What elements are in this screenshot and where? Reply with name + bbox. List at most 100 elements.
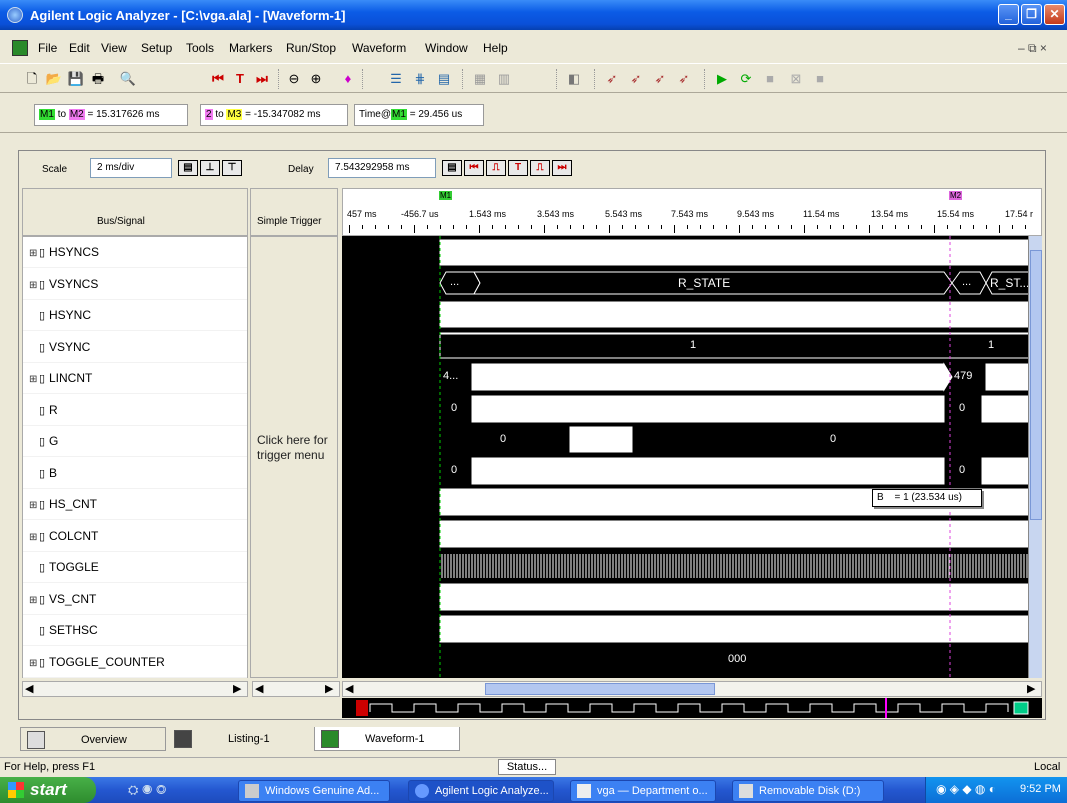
delay-next-edge-button[interactable]: ⎍ [530, 160, 550, 176]
menu-window[interactable]: Window [425, 41, 468, 55]
signal-row-g[interactable]: ▯ G [23, 426, 247, 457]
bus-icon[interactable]: ☰ [386, 70, 406, 88]
scroll-right-icon[interactable]: ▶ [1027, 682, 1035, 695]
go-to-start-icon[interactable]: ⏮ [208, 70, 228, 88]
scroll-left-icon[interactable]: ◀ [255, 682, 263, 695]
menu-waveform[interactable]: Waveform [352, 41, 406, 55]
waveform-horizontal-scrollbar[interactable]: ◀ ▶ [342, 681, 1042, 697]
m2-to-m3-field[interactable]: 2 to M3 = -15.347082 ms [200, 104, 348, 126]
simple-trigger-column[interactable]: Click here for trigger menu [250, 236, 338, 678]
mdi-window-controls[interactable]: – ⧉ × [1018, 41, 1047, 56]
marker-m2-flag[interactable]: M2 [949, 191, 963, 200]
expand-icon[interactable]: ⊞ [29, 270, 39, 301]
trigger-horizontal-scrollbar[interactable]: ◀ ▶ [252, 681, 340, 697]
bus-signal-header[interactable]: Bus/Signal [22, 188, 248, 236]
signal-row-hsync[interactable]: ▯ HSYNC [23, 300, 247, 331]
overview-end-button[interactable] [1013, 701, 1029, 715]
marker-tool-icon[interactable]: ➶ [650, 70, 670, 88]
new-file-icon[interactable]: 🗋 [22, 70, 42, 88]
expand-icon[interactable]: ⊞ [29, 238, 39, 269]
delay-trigger-button[interactable]: T [508, 160, 528, 176]
signal-icon[interactable]: ⋕ [410, 70, 430, 88]
zoom-out-icon[interactable]: ⊖ [284, 70, 304, 88]
horizontal-scroll-thumb[interactable] [485, 683, 715, 695]
status-button[interactable]: Status... [498, 759, 556, 775]
scroll-left-icon[interactable]: ◀ [345, 682, 353, 695]
expand-icon[interactable]: ⊞ [29, 585, 39, 616]
marker-tool-icon[interactable]: ➶ [626, 70, 646, 88]
menu-markers[interactable]: Markers [229, 41, 272, 55]
print-icon[interactable]: 🖶 [88, 70, 108, 88]
signal-row-colcnt[interactable]: ⊞ ▯ COLCNT [23, 521, 247, 552]
signal-row-hs-cnt[interactable]: ⊞ ▯ HS_CNT [23, 489, 247, 520]
signal-row-b[interactable]: ▯ B [23, 458, 247, 489]
signal-row-hsyncs[interactable]: ⊞ ▯ HSYNCS [23, 237, 247, 268]
minimize-button[interactable]: _ [998, 4, 1019, 25]
menu-tools[interactable]: Tools [186, 41, 214, 55]
signal-row-vsync[interactable]: ▯ VSYNC [23, 332, 247, 363]
menu-view[interactable]: View [101, 41, 127, 55]
time-ruler[interactable]: 457 ms -456.7 us 1.543 ms 3.543 ms 5.543 ms 7… [342, 188, 1042, 236]
signal-row-vsyncs[interactable]: ⊞ ▯ VSYNCS [23, 269, 247, 300]
scroll-right-icon[interactable]: ▶ [233, 682, 241, 695]
go-to-trigger-icon[interactable]: T [230, 70, 250, 88]
delay-end-button[interactable]: ⏭ [552, 160, 572, 176]
delay-menu-button[interactable]: ▤ [442, 160, 462, 176]
expand-icon[interactable]: ⊞ [29, 522, 39, 553]
signal-row-vs-cnt[interactable]: ⊞ ▯ VS_CNT [23, 584, 247, 615]
task-agilent[interactable]: Agilent Logic Analyze... [408, 780, 554, 802]
trigger-setup-icon[interactable]: ▤ [434, 70, 454, 88]
find-icon[interactable]: 🔍 [118, 70, 138, 88]
start-button[interactable]: start [0, 777, 96, 803]
expand-icon[interactable]: ⊞ [29, 490, 39, 521]
expand-icon[interactable]: ⊞ [29, 648, 39, 679]
simple-trigger-header[interactable]: Simple Trigger [250, 188, 338, 236]
signal-row-r[interactable]: ▯ R [23, 395, 247, 426]
scale-zoom-in-button[interactable]: ⊥ [200, 160, 220, 176]
delay-start-button[interactable]: ⏮ [464, 160, 484, 176]
m1-to-m2-field[interactable]: M1 to M2 = 15.317626 ms [34, 104, 188, 126]
name-horizontal-scrollbar[interactable]: ◀ ▶ [22, 681, 248, 697]
marker-icon[interactable]: ♦ [338, 70, 358, 88]
menu-run-stop[interactable]: Run/Stop [286, 41, 336, 55]
tab-waveform[interactable]: Waveform-1 [314, 727, 460, 751]
overview-strip[interactable] [342, 698, 1042, 718]
tray-icons[interactable]: ◉ ◈ ◆ ◍ ◐ [936, 782, 996, 796]
tab-listing[interactable]: Listing-1 [168, 727, 312, 751]
scale-input[interactable]: 2 ms/div [90, 158, 172, 178]
scroll-left-icon[interactable]: ◀ [25, 682, 33, 695]
marker-tool-icon[interactable]: ➶ [602, 70, 622, 88]
marker-tool-icon[interactable]: ➶ [674, 70, 694, 88]
menu-setup[interactable]: Setup [141, 41, 172, 55]
save-icon[interactable]: 💾 [66, 70, 86, 88]
run-icon[interactable]: ▶ [712, 70, 732, 88]
scale-zoom-out-button[interactable]: ⊤ [222, 160, 242, 176]
waveform-display[interactable]: ... R_STATE ... R_ST... 1 1 4... 479 0 0… [342, 236, 1042, 678]
maximize-button[interactable]: ❐ [1021, 4, 1042, 25]
signal-row-sethsc[interactable]: ▯ SETHSC [23, 615, 247, 646]
menu-edit[interactable]: Edit [69, 41, 90, 55]
menu-help[interactable]: Help [483, 41, 508, 55]
menu-file[interactable]: File [38, 41, 57, 55]
tab-overview[interactable]: Overview [20, 727, 166, 751]
scale-menu-button[interactable]: ▤ [178, 160, 198, 176]
delay-prev-edge-button[interactable]: ⎍ [486, 160, 506, 176]
task-windows-genuine[interactable]: Windows Genuine Ad... [238, 780, 390, 802]
time-at-m1-field[interactable]: Time@M1 = 29.456 us [354, 104, 484, 126]
run-repetitive-icon[interactable]: ⟳ [736, 70, 756, 88]
signal-row-toggle-counter[interactable]: ⊞ ▯ TOGGLE_COUNTER [23, 647, 247, 678]
quick-launch-icons[interactable]: ⛭ ◉ ◎ [128, 782, 166, 798]
vertical-scroll-thumb[interactable] [1030, 250, 1042, 520]
marker-m1-flag[interactable]: M1 [439, 191, 453, 200]
go-to-end-icon[interactable]: ⏭ [252, 70, 272, 88]
trigger-hint[interactable]: Click here for trigger menu [257, 433, 337, 463]
task-removable-disk[interactable]: Removable Disk (D:) [732, 780, 884, 802]
signal-row-toggle[interactable]: ▯ TOGGLE [23, 552, 247, 583]
task-vga-document[interactable]: vga — Department o... [570, 780, 716, 802]
open-file-icon[interactable]: 📂 [44, 70, 64, 88]
zoom-in-icon[interactable]: ⊕ [306, 70, 326, 88]
scroll-right-icon[interactable]: ▶ [325, 682, 333, 695]
close-button[interactable]: ✕ [1044, 4, 1065, 25]
delay-input[interactable]: 7.543292958 ms [328, 158, 436, 178]
expand-icon[interactable]: ⊞ [29, 364, 39, 395]
